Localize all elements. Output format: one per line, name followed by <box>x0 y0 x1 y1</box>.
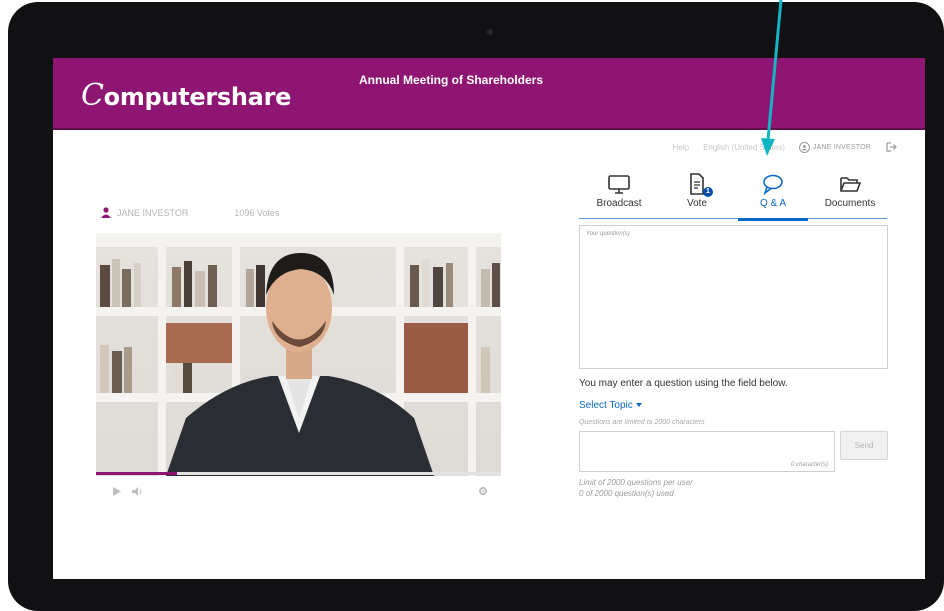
character-count: 0 character(s) <box>790 462 828 468</box>
presenter-figure <box>166 253 434 476</box>
logout-icon[interactable] <box>885 141 897 153</box>
volume-icon[interactable] <box>132 487 143 496</box>
tab-qa-label: Q & A <box>759 198 787 209</box>
user-avatar-icon <box>798 141 810 153</box>
send-button[interactable]: Send <box>840 431 888 460</box>
questions-used: 0 of 2000 question(s) used <box>579 489 674 498</box>
language-selector[interactable]: English (United States) <box>703 143 785 152</box>
tablet-frame: Computershare Annual Meeting of Sharehol… <box>8 2 944 611</box>
person-icon <box>101 207 111 218</box>
chat-bubble-icon <box>763 174 783 195</box>
tab-vote[interactable]: 1 Vote <box>662 173 732 219</box>
folder-icon <box>840 177 862 192</box>
meeting-title: Annual Meeting of Shareholders <box>359 73 544 87</box>
caret-down-icon <box>635 403 642 408</box>
presenter-name: JANE INVESTOR <box>117 207 189 218</box>
per-user-limit: Limit of 2000 questions per user <box>579 478 693 487</box>
select-topic-dropdown[interactable]: Select Topic <box>579 400 642 411</box>
video-progress-fill <box>96 472 177 475</box>
question-hint: You may enter a question using the field… <box>579 378 788 389</box>
tab-documents[interactable]: Documents <box>815 173 885 219</box>
questions-placeholder: Your question(s) <box>586 231 630 237</box>
tab-broadcast[interactable]: Broadcast <box>584 173 654 219</box>
logo-text: omputershare <box>103 83 292 111</box>
help-link[interactable]: Help <box>673 143 689 152</box>
computershare-logo: Computershare <box>81 78 291 113</box>
select-topic-label: Select Topic <box>579 400 633 411</box>
tab-bar: Broadcast 1 Vote Q & A Documents <box>579 173 887 221</box>
video-progress-bar[interactable] <box>96 472 501 475</box>
video-player[interactable] <box>96 233 501 476</box>
vote-count: 1096 Votes <box>234 207 280 218</box>
settings-gear-icon[interactable] <box>478 486 488 496</box>
user-name: JANE INVESTOR <box>812 143 871 151</box>
tab-broadcast-label: Broadcast <box>596 198 642 209</box>
play-icon[interactable] <box>113 487 121 496</box>
monitor-icon <box>608 175 630 194</box>
screen: Computershare Annual Meeting of Sharehol… <box>53 58 925 579</box>
character-limit-note: Questions are limited to 2000 characters <box>579 419 705 426</box>
question-input[interactable]: 0 character(s) <box>579 431 835 472</box>
tab-qa[interactable]: Q & A <box>738 173 808 221</box>
header-bar: Computershare Annual Meeting of Sharehol… <box>53 58 925 130</box>
presenter-info: JANE INVESTOR 1096 Votes <box>101 207 279 218</box>
user-menu[interactable]: JANE INVESTOR <box>798 141 871 153</box>
questions-list[interactable]: Your question(s) <box>579 225 888 369</box>
logo-initial: C <box>81 78 104 113</box>
video-controls <box>96 485 501 499</box>
vote-badge: 1 <box>703 187 713 197</box>
camera-dot <box>487 29 493 35</box>
utility-bar: Help English (United States) JANE INVEST… <box>673 138 897 156</box>
tab-vote-label: Vote <box>686 198 708 209</box>
tab-documents-label: Documents <box>824 198 876 209</box>
